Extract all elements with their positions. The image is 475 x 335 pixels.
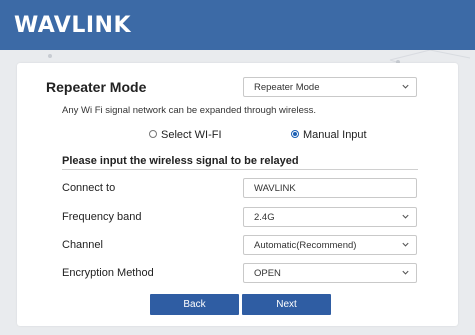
encryption-method-label: Encryption Method xyxy=(62,267,154,279)
next-button[interactable]: Next xyxy=(242,294,331,315)
channel-value: Automatic(Recommend) xyxy=(254,240,357,251)
connect-to-value: WAVLINK xyxy=(254,183,296,194)
encryption-method-select[interactable]: OPEN xyxy=(243,263,417,283)
frequency-band-value: 2.4G xyxy=(254,212,275,223)
connect-to-input[interactable]: WAVLINK xyxy=(243,178,417,198)
top-header-bar: WAVLINK xyxy=(0,0,475,50)
description-text: Any Wi Fi signal network can be expanded… xyxy=(62,105,316,116)
connect-to-label: Connect to xyxy=(62,182,116,194)
frequency-band-select[interactable]: 2.4G xyxy=(243,207,417,227)
section-title: Please input the wireless signal to be r… xyxy=(62,155,299,167)
radio-select-wifi[interactable]: Select WI-FI xyxy=(149,129,222,141)
encryption-method-value: OPEN xyxy=(254,268,281,279)
chevron-down-icon xyxy=(402,84,409,89)
chevron-down-icon xyxy=(402,270,409,275)
channel-select[interactable]: Automatic(Recommend) xyxy=(243,235,417,255)
radio-checked-icon xyxy=(291,130,299,138)
mode-select[interactable]: Repeater Mode xyxy=(243,77,417,97)
chevron-down-icon xyxy=(402,214,409,219)
radio-manual-input-label: Manual Input xyxy=(303,129,367,141)
section-divider xyxy=(62,169,418,170)
frequency-band-label: Frequency band xyxy=(62,211,142,223)
chevron-down-icon xyxy=(402,242,409,247)
wavlink-logo: WAVLINK xyxy=(14,13,132,38)
back-button[interactable]: Back xyxy=(150,294,239,315)
mode-select-value: Repeater Mode xyxy=(254,82,320,93)
radio-manual-input[interactable]: Manual Input xyxy=(291,129,367,141)
radio-select-wifi-label: Select WI-FI xyxy=(161,129,222,141)
page-title: Repeater Mode xyxy=(46,79,147,95)
radio-unchecked-icon xyxy=(149,130,157,138)
channel-label: Channel xyxy=(62,239,103,251)
